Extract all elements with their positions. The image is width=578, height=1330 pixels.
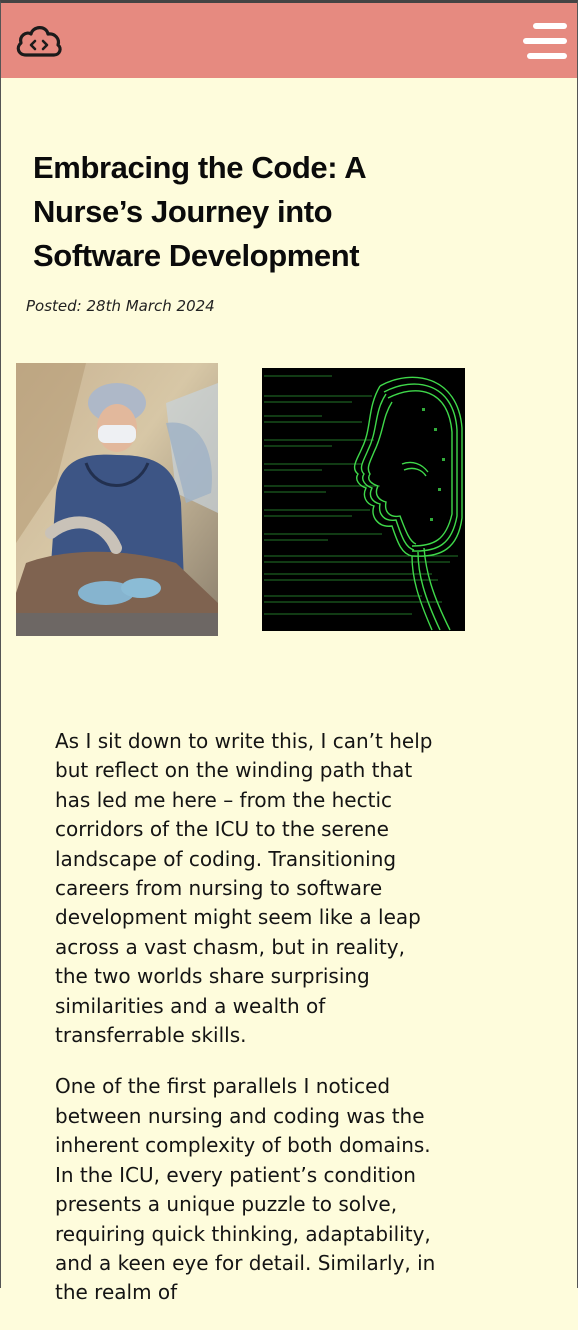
- article-body: As I sit down to write this, I can’t hel…: [55, 727, 439, 1330]
- menu-line: [533, 23, 567, 29]
- article-title: Embracing the Code: A Nurse’s Journey in…: [33, 150, 366, 273]
- article-paragraph: As I sit down to write this, I can’t hel…: [55, 729, 433, 1048]
- cloud-code-icon[interactable]: [14, 22, 64, 62]
- posted-date: Posted: 28th March 2024: [26, 297, 215, 315]
- nurse-illustration: [16, 363, 218, 636]
- hamburger-menu-icon[interactable]: [521, 23, 567, 61]
- article-paragraph: One of the first parallels I noticed bet…: [55, 1074, 436, 1305]
- menu-line: [527, 53, 567, 59]
- code-face-illustration: [262, 368, 465, 631]
- menu-line: [523, 38, 567, 44]
- site-header: [1, 3, 577, 78]
